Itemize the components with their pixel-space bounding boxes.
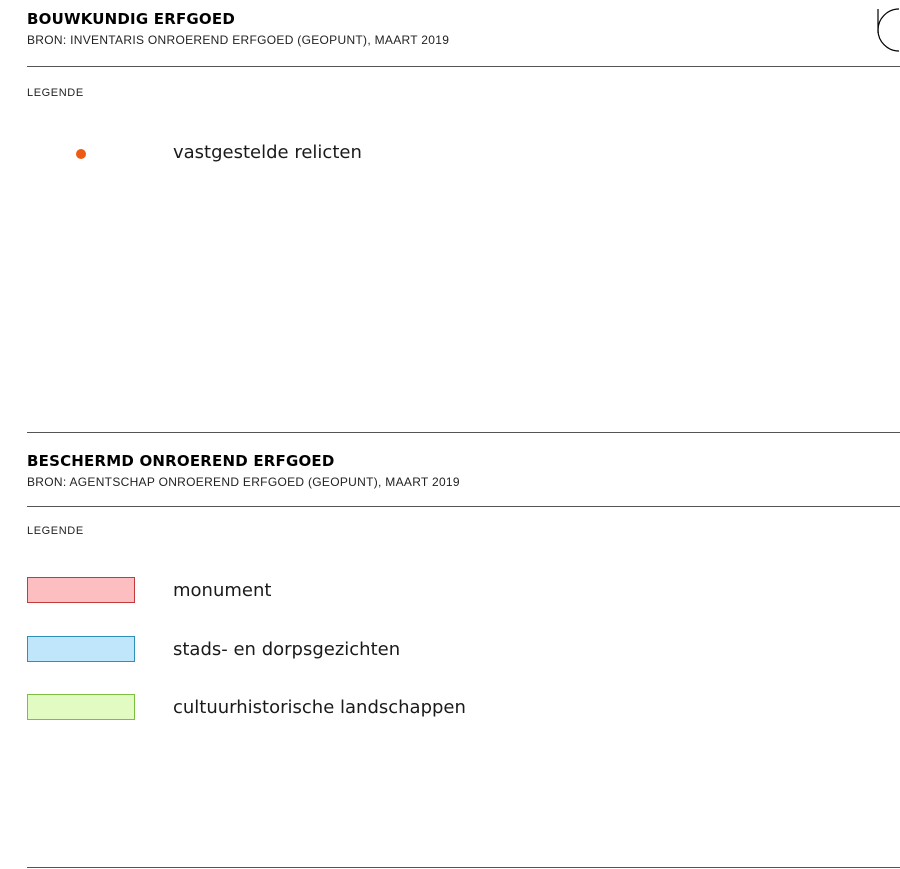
bouwkundig-header-divider	[27, 66, 900, 67]
legend-page: { "colors": { "relict_dot": "#ee5a14", "…	[0, 0, 900, 869]
relict-dot-symbol	[76, 149, 86, 159]
beschermd-legend-heading: LEGENDE	[27, 525, 84, 537]
beschermd-source: BRON: AGENTSCHAP ONROEREND ERFGOED (GEOP…	[27, 475, 460, 489]
north-arrow-icon	[877, 8, 900, 52]
beschermd-title: BESCHERMD ONROEREND ERFGOED	[27, 452, 335, 470]
cultuurhistorische-landschappen-swatch	[27, 694, 135, 720]
legend-item-label: cultuurhistorische landschappen	[173, 697, 466, 718]
bouwkundig-legend-heading: LEGENDE	[27, 87, 84, 99]
legend-item-label: monument	[173, 580, 272, 601]
bouwkundig-title: BOUWKUNDIG ERFGOED	[27, 10, 235, 28]
legend-item-label: stads- en dorpsgezichten	[173, 639, 401, 660]
section-divider	[27, 432, 900, 433]
bottom-divider	[27, 867, 900, 868]
beschermd-header-divider	[27, 506, 900, 507]
bouwkundig-source: BRON: INVENTARIS ONROEREND ERFGOED (GEOP…	[27, 33, 450, 47]
stads-en-dorpsgezichten-swatch	[27, 636, 135, 662]
legend-item-label: vastgestelde relicten	[173, 142, 362, 163]
monument-swatch	[27, 577, 135, 603]
